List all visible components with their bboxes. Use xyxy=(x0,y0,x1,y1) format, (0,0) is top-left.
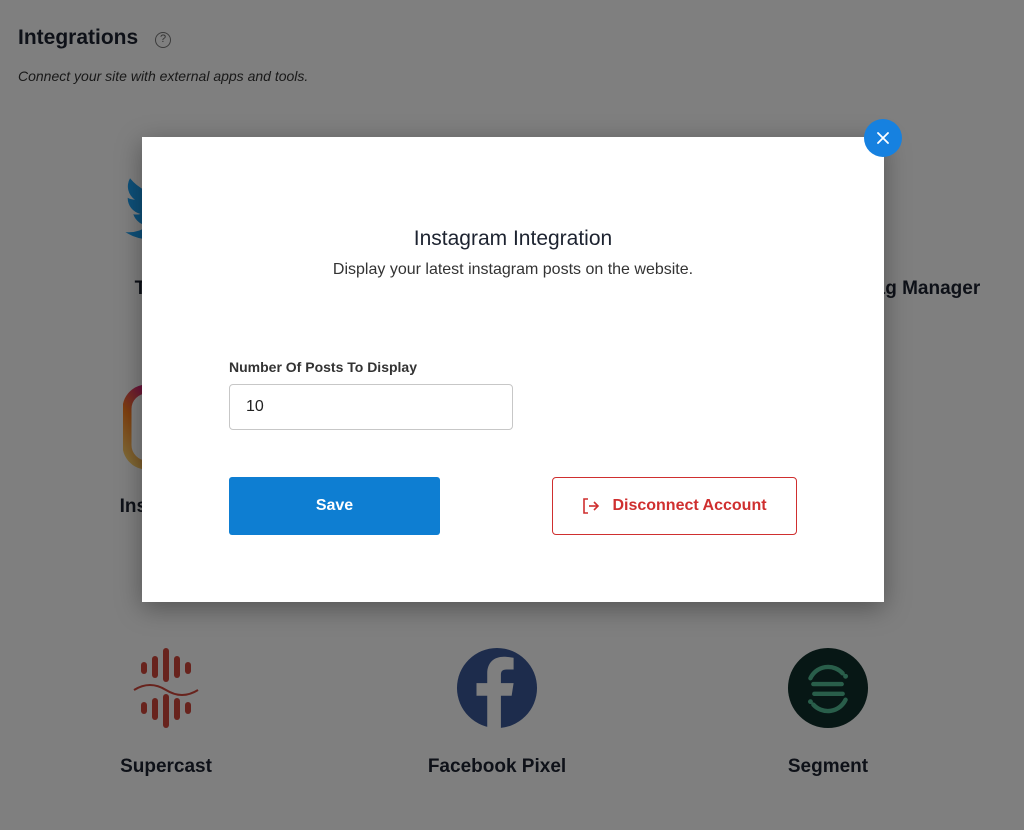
close-dialog-button[interactable] xyxy=(864,119,902,157)
close-icon xyxy=(877,132,889,144)
posts-count-input[interactable] xyxy=(229,384,513,430)
dialog-title: Instagram Integration xyxy=(413,227,613,250)
save-button[interactable]: Save xyxy=(229,477,440,535)
posts-count-label: Number Of Posts To Display xyxy=(229,359,417,375)
logout-icon xyxy=(583,498,600,514)
disconnect-account-button[interactable]: Disconnect Account xyxy=(552,477,797,535)
instagram-integration-dialog: Instagram Integration Display your lates… xyxy=(142,137,884,602)
disconnect-label: Disconnect Account xyxy=(612,497,767,514)
dialog-description: Display your latest instagram posts on t… xyxy=(332,261,694,278)
